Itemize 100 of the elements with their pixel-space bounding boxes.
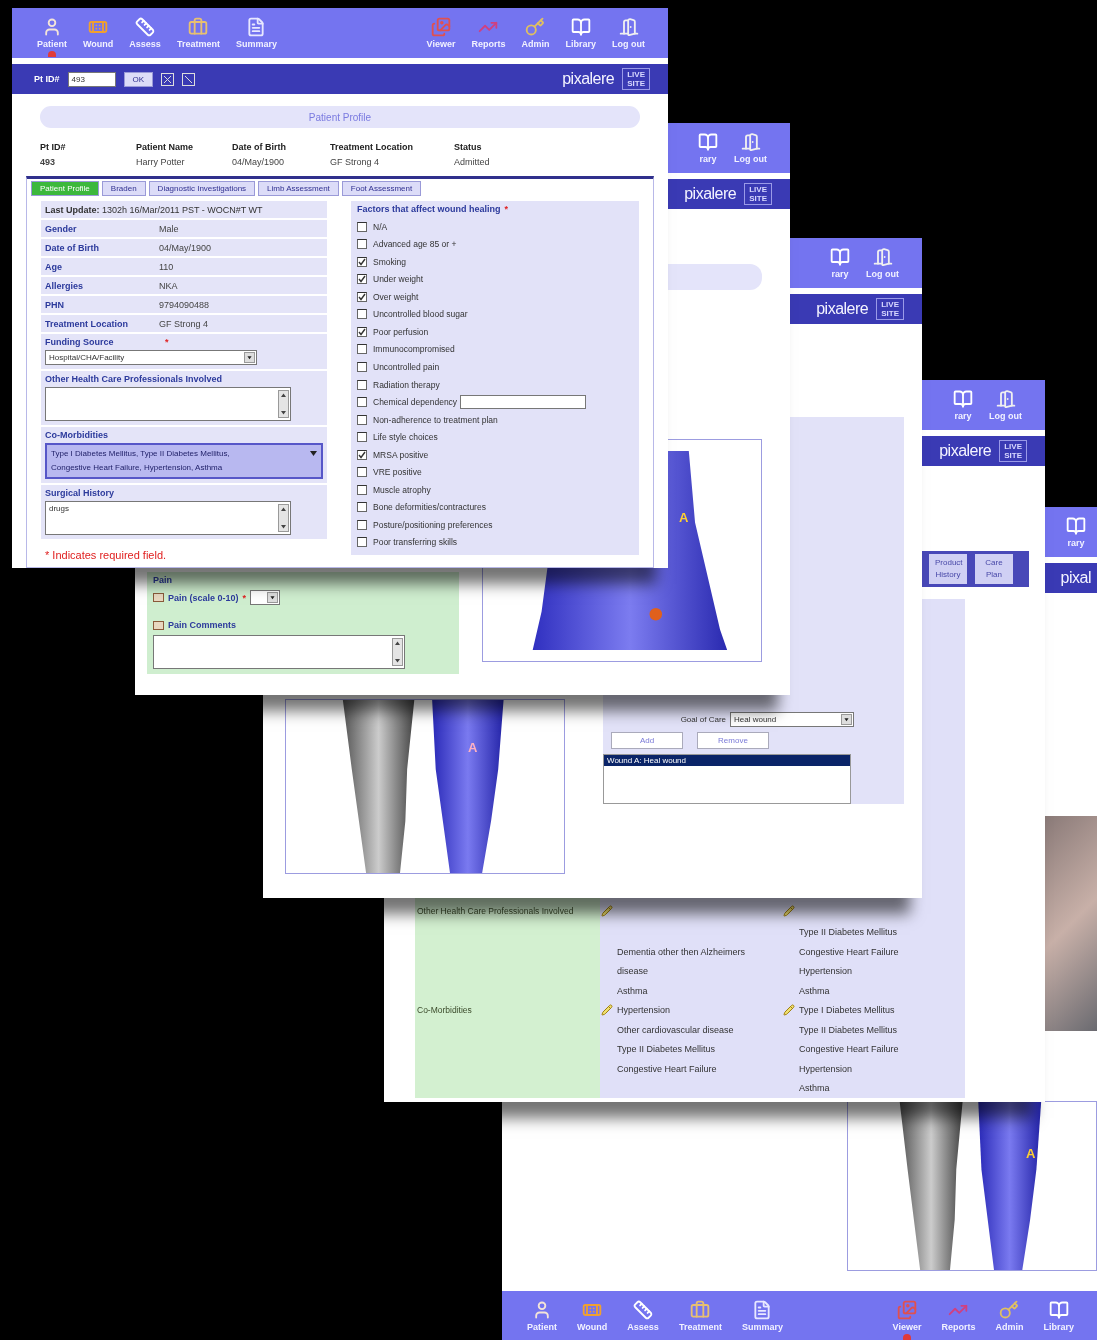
nav-item[interactable]: Viewer bbox=[423, 15, 459, 57]
checkbox[interactable] bbox=[357, 309, 367, 320]
field-value: 9794090488 bbox=[159, 299, 210, 310]
funding-source-select[interactable]: Hospital/CHA/Facility bbox=[45, 350, 257, 365]
pencil-icon[interactable] bbox=[783, 1004, 795, 1016]
nav-item[interactable]: Log out bbox=[731, 130, 770, 172]
nav-item[interactable]: Admin bbox=[992, 1298, 1027, 1340]
checkbox[interactable] bbox=[357, 326, 367, 337]
nav-item[interactable]: Summary bbox=[738, 1298, 786, 1340]
live-site-badge: LIVE SITE bbox=[999, 440, 1027, 462]
pencil-icon[interactable] bbox=[601, 1004, 613, 1016]
nav-item[interactable]: rary bbox=[827, 245, 853, 287]
field-label: Funding Source bbox=[45, 337, 115, 347]
nav-item[interactable]: Admin bbox=[518, 15, 553, 57]
table-cell-text: Admitted bbox=[454, 157, 491, 167]
checkbox-label: Life style choices bbox=[373, 432, 438, 443]
checkbox[interactable] bbox=[357, 484, 367, 495]
tab[interactable]: Braden bbox=[101, 181, 146, 196]
text-area[interactable]: drugs bbox=[45, 501, 291, 535]
checkbox[interactable] bbox=[357, 449, 367, 460]
nav-item[interactable]: Viewer bbox=[889, 1298, 925, 1340]
nav-item[interactable]: Patient bbox=[34, 15, 70, 57]
checkbox[interactable] bbox=[357, 362, 367, 372]
nav-item[interactable]: Log out bbox=[863, 245, 902, 287]
button[interactable]: Remove bbox=[697, 732, 769, 749]
nav-item[interactable]: Summary bbox=[232, 15, 280, 57]
live-site-badge: LIVE SITE bbox=[876, 298, 904, 320]
input-field[interactable] bbox=[460, 395, 587, 410]
ruler-icon bbox=[633, 1300, 654, 1320]
caret-icon bbox=[244, 352, 255, 363]
book-icon bbox=[698, 132, 718, 152]
column-header: Pt ID# bbox=[40, 142, 67, 152]
ok-button[interactable]: OK bbox=[123, 71, 154, 87]
nav-item[interactable]: rary bbox=[950, 387, 976, 429]
checkbox[interactable] bbox=[357, 221, 367, 232]
wound-marker: A bbox=[1026, 1146, 1036, 1161]
checkbox-label: Radiation therapy bbox=[373, 379, 440, 390]
checkbox[interactable] bbox=[357, 274, 367, 285]
nav-item[interactable]: Wound bbox=[80, 15, 117, 57]
toggle-icon[interactable] bbox=[153, 593, 164, 602]
checkbox-label: Advanced age 85 or + bbox=[373, 239, 457, 250]
nav-item[interactable]: Reports bbox=[938, 1298, 979, 1340]
checkbox[interactable] bbox=[357, 239, 367, 250]
text-area[interactable] bbox=[45, 387, 291, 421]
nav-item[interactable]: rary bbox=[1063, 514, 1089, 556]
nav-item[interactable]: Library bbox=[1040, 1298, 1077, 1340]
pencil-icon[interactable] bbox=[783, 905, 795, 917]
checkbox[interactable] bbox=[357, 537, 367, 548]
nav-item[interactable]: Assess bbox=[126, 15, 164, 57]
caret-icon bbox=[841, 714, 852, 725]
nav-item[interactable]: Library bbox=[562, 15, 599, 57]
checkbox[interactable] bbox=[357, 519, 367, 530]
toggle-icon[interactable] bbox=[153, 620, 164, 630]
co-morbidities-select[interactable]: Type I Diabetes Mellitus, Type II Diabetes Mellitus, Congestive Heart Failure, Hypertension, Asthma bbox=[45, 443, 323, 479]
book-icon bbox=[953, 389, 973, 409]
checkbox[interactable] bbox=[357, 379, 367, 390]
tab[interactable]: Foot Assessment bbox=[341, 181, 422, 196]
tab[interactable]: Patient Profile bbox=[31, 181, 99, 196]
nav-item[interactable]: Log out bbox=[986, 387, 1025, 429]
patient-id-field[interactable]: 493 bbox=[67, 71, 116, 87]
field-label: PHN bbox=[45, 299, 65, 310]
checkbox[interactable] bbox=[357, 397, 367, 408]
nav-item[interactable]: Treatment bbox=[675, 1298, 725, 1340]
field-value: 04/May/1900 bbox=[159, 242, 212, 253]
list-text: Other cardiovascular disease bbox=[617, 1024, 734, 1035]
checkbox[interactable] bbox=[357, 291, 367, 302]
checkbox[interactable] bbox=[357, 256, 367, 267]
tab[interactable]: Product History bbox=[929, 554, 967, 584]
nav-item[interactable]: Treatment bbox=[173, 15, 223, 57]
list-item[interactable]: Wound A: Heal wound bbox=[604, 755, 850, 766]
nav-item[interactable]: Wound bbox=[574, 1298, 611, 1340]
scroll-arrows-icon bbox=[392, 638, 403, 666]
checkbox[interactable] bbox=[357, 467, 367, 478]
nav-item[interactable]: rary bbox=[695, 130, 721, 172]
checkbox-label: Over weight bbox=[373, 291, 419, 302]
nav-item[interactable]: Log out bbox=[609, 15, 648, 57]
checkbox-label: Bone deformities/contractures bbox=[373, 502, 486, 513]
field-label: Surgical History bbox=[45, 488, 116, 498]
nav-item[interactable]: Reports bbox=[468, 15, 509, 57]
pencil-icon[interactable] bbox=[601, 905, 613, 917]
section-title: Pain bbox=[153, 575, 173, 585]
tab[interactable]: Limb Assessment bbox=[258, 181, 339, 196]
checkbox-label: N/A bbox=[373, 221, 388, 232]
nav-item[interactable]: Assess bbox=[624, 1298, 662, 1340]
button[interactable]: Add bbox=[611, 732, 683, 749]
goal-of-care-select[interactable]: Heal wound bbox=[730, 712, 854, 727]
checkbox[interactable] bbox=[357, 414, 367, 425]
checkbox[interactable] bbox=[357, 502, 367, 513]
text-area[interactable] bbox=[153, 635, 405, 669]
tab[interactable]: Care Plan bbox=[975, 554, 1013, 584]
nav-item[interactable]: Patient bbox=[524, 1298, 560, 1340]
pain-scale-select[interactable] bbox=[250, 590, 281, 605]
checkbox-label: Uncontrolled pain bbox=[373, 362, 440, 372]
tab[interactable]: Diagnostic Investigations bbox=[148, 181, 256, 196]
expand-icon[interactable] bbox=[161, 72, 175, 86]
collapse-icon[interactable] bbox=[182, 72, 196, 86]
checkbox-label: Immunocompromised bbox=[373, 344, 455, 355]
checkbox[interactable] bbox=[357, 432, 367, 443]
checkbox[interactable] bbox=[357, 344, 367, 355]
list-text: Asthma bbox=[799, 1083, 830, 1093]
